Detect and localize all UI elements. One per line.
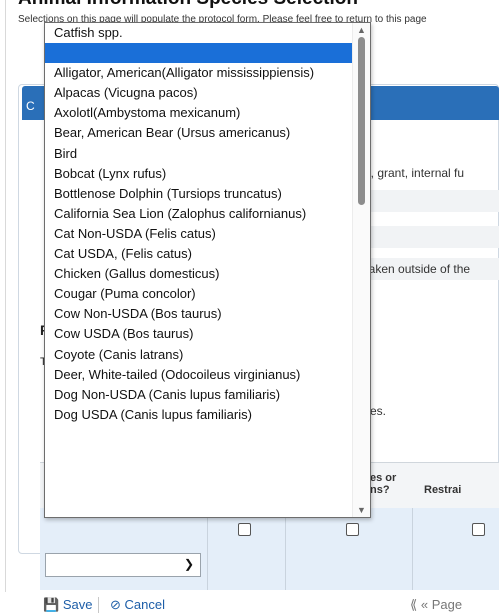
funding-question-text: ds, grant, internal fu xyxy=(358,166,465,180)
dropdown-option[interactable]: Chicken (Gallus domesticus) xyxy=(45,264,353,284)
page-border xyxy=(5,0,6,592)
dropdown-option[interactable]: Cat Non-USDA (Felis catus) xyxy=(45,224,353,244)
grid-column-header[interactable]: es or ns? xyxy=(370,472,396,496)
dropdown-option[interactable] xyxy=(45,43,353,64)
dropdown-scrollbar[interactable]: ▲ ▼ xyxy=(352,23,370,517)
first-page-icon[interactable]: ⟪ xyxy=(410,597,417,612)
species-select[interactable]: ❯ xyxy=(45,553,201,577)
dropdown-option[interactable]: Bobcat (Lynx rufus) xyxy=(45,164,353,184)
dropdown-option[interactable]: Coyote (Canis latrans) xyxy=(45,345,353,365)
grid-checkbox[interactable] xyxy=(472,523,485,536)
table-row xyxy=(40,508,499,590)
dropdown-option[interactable]: Dog USDA (Canis lupus familiaris) xyxy=(45,405,353,425)
dropdown-option[interactable]: Cat USDA, (Felis catus) xyxy=(45,244,353,264)
dropdown-options: Catfish spp. Alligator, American(Alligato… xyxy=(45,23,353,425)
cancel-button[interactable]: ⊘ Cancel xyxy=(110,597,165,613)
dropdown-option[interactable]: Bottlenose Dolphin (Tursiops truncatus) xyxy=(45,184,353,204)
page-label: Page xyxy=(431,597,463,612)
grid-checkbox[interactable] xyxy=(346,523,359,536)
save-label: Save xyxy=(62,597,93,612)
dropdown-option[interactable]: Axolotl(Ambystoma mexicanum) xyxy=(45,103,353,123)
prev-page-icon[interactable]: « xyxy=(421,597,428,612)
dropdown-option[interactable]: Dog Non-USDA (Canis lupus familiaris) xyxy=(45,385,353,405)
dropdown-option[interactable]: Bird xyxy=(45,144,353,164)
save-icon: 💾 xyxy=(43,597,60,612)
dropdown-option[interactable]: Cow Non-USDA (Bos taurus) xyxy=(45,304,353,324)
form-row xyxy=(358,190,499,212)
footer-divider xyxy=(98,597,99,613)
card-header-label: C xyxy=(26,99,35,113)
column-divider xyxy=(412,508,413,590)
scroll-up-arrow-icon[interactable]: ▲ xyxy=(357,25,366,35)
dropdown-option[interactable]: Alligator, American(Alligator mississipp… xyxy=(45,63,353,83)
dropdown-option[interactable]: Bear, American Bear (Ursus americanus) xyxy=(45,123,353,143)
column-divider xyxy=(207,508,208,590)
pager: ⟪ « Page xyxy=(410,597,462,613)
page-title: Animal Information Species Selection xyxy=(18,0,358,10)
dropdown-option[interactable]: Cow USDA (Bos taurus) xyxy=(45,324,353,344)
dropdown-option[interactable]: Deer, White-tailed (Odocoileus virginian… xyxy=(45,365,353,385)
dropdown-option[interactable]: Alpacas (Vicugna pacos) xyxy=(45,83,353,103)
dropdown-option[interactable]: Cougar (Puma concolor) xyxy=(45,284,353,304)
column-divider xyxy=(285,508,286,590)
save-button[interactable]: 💾 Save xyxy=(43,597,92,613)
cancel-icon: ⊘ xyxy=(110,597,121,612)
grid-checkbox[interactable] xyxy=(238,523,251,536)
chevron-down-icon: ❯ xyxy=(183,557,194,571)
species-dropdown-list[interactable]: Catfish spp. Alligator, American(Alligato… xyxy=(44,22,371,518)
taken-outside-text: r taken outside of the xyxy=(358,262,471,276)
scroll-down-arrow-icon[interactable]: ▼ xyxy=(357,505,366,515)
dropdown-option[interactable]: California Sea Lion (Zalophus california… xyxy=(45,204,353,224)
form-row xyxy=(358,226,499,248)
scrollbar-thumb[interactable] xyxy=(358,37,365,205)
dropdown-option[interactable]: Catfish spp. xyxy=(45,23,353,43)
grid-column-header[interactable]: Restrai xyxy=(424,484,461,496)
cancel-label: Cancel xyxy=(124,597,165,612)
